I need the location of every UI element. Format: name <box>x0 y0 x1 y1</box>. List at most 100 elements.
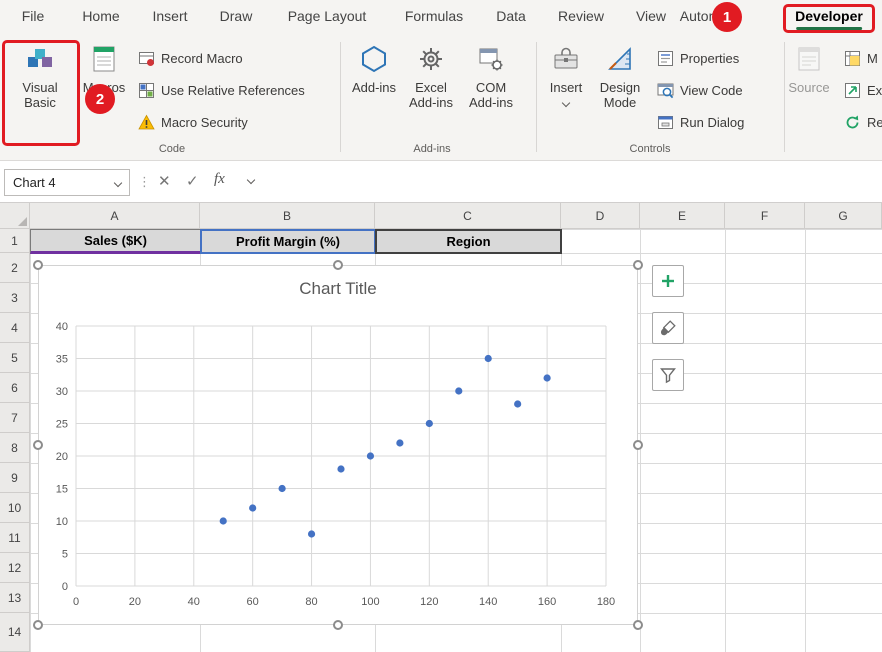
row-header-9[interactable]: 9 <box>0 463 30 493</box>
excel-window: File Home Insert Draw Page Layout Formulas Dat… <box>0 0 882 652</box>
svg-text:5: 5 <box>62 549 68 561</box>
macros-icon <box>91 40 117 78</box>
row-header-10[interactable]: 10 <box>0 493 30 523</box>
chart-resize-handle[interactable] <box>33 260 43 270</box>
column-header-C[interactable]: C <box>375 203 561 229</box>
chart-resize-handle[interactable] <box>333 620 343 630</box>
chart-plot: 0204060801001201401601800510152025303540 <box>39 266 639 626</box>
map-properties-button[interactable]: M <box>844 47 878 69</box>
row-header-3[interactable]: 3 <box>0 283 30 313</box>
chart-resize-handle[interactable] <box>633 260 643 270</box>
column-header-A[interactable]: A <box>30 203 200 229</box>
tab-insert[interactable]: Insert <box>152 8 187 24</box>
xml-source-icon <box>795 40 823 78</box>
addins-hexagon-icon <box>360 40 388 78</box>
macros-button[interactable]: Macros <box>78 40 130 140</box>
row-header-5[interactable]: 5 <box>0 343 30 373</box>
excel-addins-button[interactable]: Excel Add-ins <box>402 40 460 140</box>
properties-label: Properties <box>680 51 739 66</box>
column-header-F[interactable]: F <box>725 203 805 229</box>
properties-button[interactable]: Properties <box>657 47 739 69</box>
column-header-E[interactable]: E <box>640 203 725 229</box>
view-code-label: View Code <box>680 83 743 98</box>
enter-button[interactable]: ✓ <box>186 172 199 190</box>
design-mode-button[interactable]: Design Mode <box>591 40 649 140</box>
row-header-6[interactable]: 6 <box>0 373 30 403</box>
cell-B1[interactable]: Profit Margin (%) <box>200 229 376 254</box>
record-macro-button[interactable]: Record Macro <box>138 47 243 69</box>
column-header-D[interactable]: D <box>561 203 640 229</box>
more-options-icon[interactable]: ⋮ <box>138 174 151 190</box>
funnel-icon <box>659 366 677 384</box>
tab-developer[interactable]: Developer <box>795 8 863 24</box>
ribbon-tabs: File Home Insert Draw Page Layout Formulas Dat… <box>0 0 882 36</box>
cell-A1[interactable]: Sales ($K) <box>30 229 201 254</box>
chart-resize-handle[interactable] <box>633 440 643 450</box>
row-header-2[interactable]: 2 <box>0 253 30 283</box>
chart-styles-button[interactable] <box>652 312 684 344</box>
run-dialog-icon <box>657 114 674 131</box>
svg-text:80: 80 <box>305 596 317 608</box>
visual-basic-button[interactable]: Visual Basic <box>6 40 74 140</box>
refresh-data-button[interactable]: Re <box>844 111 882 133</box>
addins-label: Add-ins <box>352 80 396 95</box>
tab-review[interactable]: Review <box>558 8 604 24</box>
row-header-8[interactable]: 8 <box>0 433 30 463</box>
refresh-icon <box>844 114 861 131</box>
source-button[interactable]: Source <box>786 40 832 140</box>
insert-control-button[interactable]: Insert <box>542 40 590 140</box>
chart-resize-handle[interactable] <box>633 620 643 630</box>
formula-input[interactable] <box>264 169 874 196</box>
grid-line <box>725 229 726 652</box>
use-relative-references-button[interactable]: Use Relative References <box>138 79 305 101</box>
tab-file[interactable]: File <box>22 8 45 24</box>
cell-C1[interactable]: Region <box>375 229 562 254</box>
export-button[interactable]: Ex <box>844 79 882 101</box>
tab-autom[interactable]: Autom <box>680 8 720 24</box>
addins-button[interactable]: Add-ins <box>346 40 402 140</box>
chart-resize-handle[interactable] <box>333 260 343 270</box>
tab-data[interactable]: Data <box>496 8 526 24</box>
chevron-down-icon <box>247 176 255 184</box>
column-header-G[interactable]: G <box>805 203 882 229</box>
svg-text:60: 60 <box>247 596 259 608</box>
insert-function-button[interactable]: fx <box>214 171 225 188</box>
macro-security-button[interactable]: Macro Security <box>138 111 248 133</box>
view-code-button[interactable]: View Code <box>657 79 743 101</box>
tab-page-layout[interactable]: Page Layout <box>288 8 367 24</box>
row-header-12[interactable]: 12 <box>0 553 30 583</box>
tab-home[interactable]: Home <box>82 8 119 24</box>
design-mode-label: Design Mode <box>591 80 649 110</box>
chart-resize-handle[interactable] <box>33 620 43 630</box>
run-dialog-button[interactable]: Run Dialog <box>657 111 744 133</box>
chart-filters-button[interactable] <box>652 359 684 391</box>
row-header-14[interactable]: 14 <box>0 613 30 652</box>
row-header-13[interactable]: 13 <box>0 583 30 613</box>
name-box[interactable]: Chart 4 <box>4 169 130 196</box>
export-label: Ex <box>867 83 882 98</box>
row-header-11[interactable]: 11 <box>0 523 30 553</box>
svg-text:0: 0 <box>73 596 79 608</box>
svg-text:10: 10 <box>56 516 68 528</box>
brush-icon <box>659 319 677 337</box>
svg-text:20: 20 <box>129 596 141 608</box>
chart-resize-handle[interactable] <box>33 440 43 450</box>
chevron-down-icon <box>114 178 122 186</box>
column-header-B[interactable]: B <box>200 203 375 229</box>
row-header-4[interactable]: 4 <box>0 313 30 343</box>
cancel-button[interactable]: ✕ <box>158 172 171 190</box>
svg-text:120: 120 <box>420 596 438 608</box>
row-header-1[interactable]: 1 <box>0 229 30 253</box>
com-addins-button[interactable]: COM Add-ins <box>461 40 521 140</box>
group-divider <box>784 42 785 152</box>
chart-elements-button[interactable] <box>652 265 684 297</box>
tab-draw[interactable]: Draw <box>220 8 253 24</box>
tab-view[interactable]: View <box>636 8 666 24</box>
name-box-value: Chart 4 <box>13 175 56 190</box>
com-addins-label: COM Add-ins <box>461 80 521 110</box>
chart[interactable]: Chart Title 0204060801001201401601800510… <box>38 265 638 625</box>
tab-formulas[interactable]: Formulas <box>405 8 463 24</box>
select-all-corner[interactable] <box>0 203 30 229</box>
svg-text:40: 40 <box>56 321 68 333</box>
row-header-7[interactable]: 7 <box>0 403 30 433</box>
